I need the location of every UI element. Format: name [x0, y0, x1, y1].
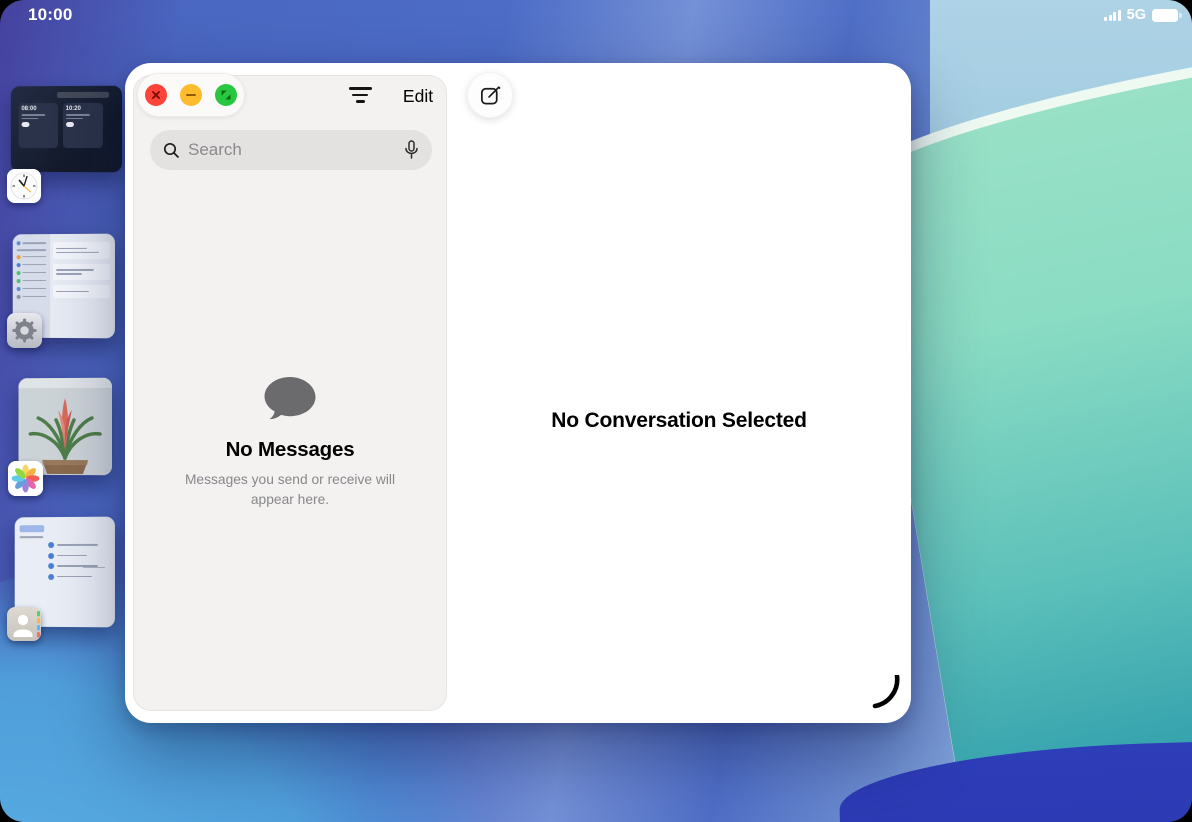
empty-title: No Messages	[226, 438, 355, 462]
filter-button[interactable]	[347, 84, 373, 106]
empty-conversations-state: No Messages Messages you send or receive…	[134, 376, 446, 509]
zoom-icon	[220, 89, 232, 101]
chat-bubble-icon	[262, 376, 318, 424]
status-time: 10:00	[28, 5, 72, 25]
minimize-button[interactable]	[180, 84, 202, 106]
alarm-card: 08:00	[18, 103, 58, 148]
contacts-empty-hint	[83, 566, 105, 568]
compose-button[interactable]	[467, 72, 513, 118]
messages-window: No Messages Messages you send or receive…	[125, 63, 911, 723]
settings-app-icon[interactable]	[7, 313, 42, 348]
close-icon	[151, 90, 161, 100]
microphone-icon[interactable]	[404, 140, 419, 160]
status-right-cluster: 5G	[1104, 7, 1178, 23]
network-label: 5G	[1127, 7, 1146, 23]
search-bar[interactable]	[150, 130, 432, 170]
clock-segmented-control	[57, 92, 108, 98]
no-conversation-placeholder: No Conversation Selected	[447, 409, 911, 433]
clock-app-icon[interactable]	[7, 169, 41, 203]
minimize-icon	[186, 90, 196, 100]
contacts-selected-row	[20, 525, 45, 532]
photos-app-icon[interactable]	[8, 461, 43, 496]
empty-subtitle: Messages you send or receive will appear…	[172, 470, 408, 509]
alarm-toggle	[21, 122, 29, 126]
search-input[interactable]	[188, 140, 396, 160]
alarm-time: 08:00	[21, 106, 55, 112]
battery-icon	[1152, 9, 1178, 22]
ipad-screen: 10:00 5G 08:00 10:20	[0, 0, 1192, 822]
signal-bars-icon	[1104, 10, 1121, 21]
close-button[interactable]	[145, 84, 167, 106]
contacts-app-icon[interactable]	[7, 607, 41, 641]
edit-button[interactable]: Edit	[393, 83, 443, 109]
window-controls	[137, 73, 245, 117]
conversation-list-sidebar: No Messages Messages you send or receive…	[133, 75, 447, 711]
stage-thumbnail-clock[interactable]: 08:00 10:20	[11, 86, 122, 173]
zoom-button[interactable]	[215, 84, 237, 106]
compose-icon	[479, 84, 502, 107]
alarm-time: 10:20	[66, 106, 100, 112]
magnifier-icon	[163, 142, 180, 159]
settings-detail-pane	[53, 242, 110, 303]
resize-handle[interactable]	[863, 675, 903, 715]
alarm-toggle	[66, 122, 74, 127]
alarm-card: 10:20	[63, 103, 103, 148]
